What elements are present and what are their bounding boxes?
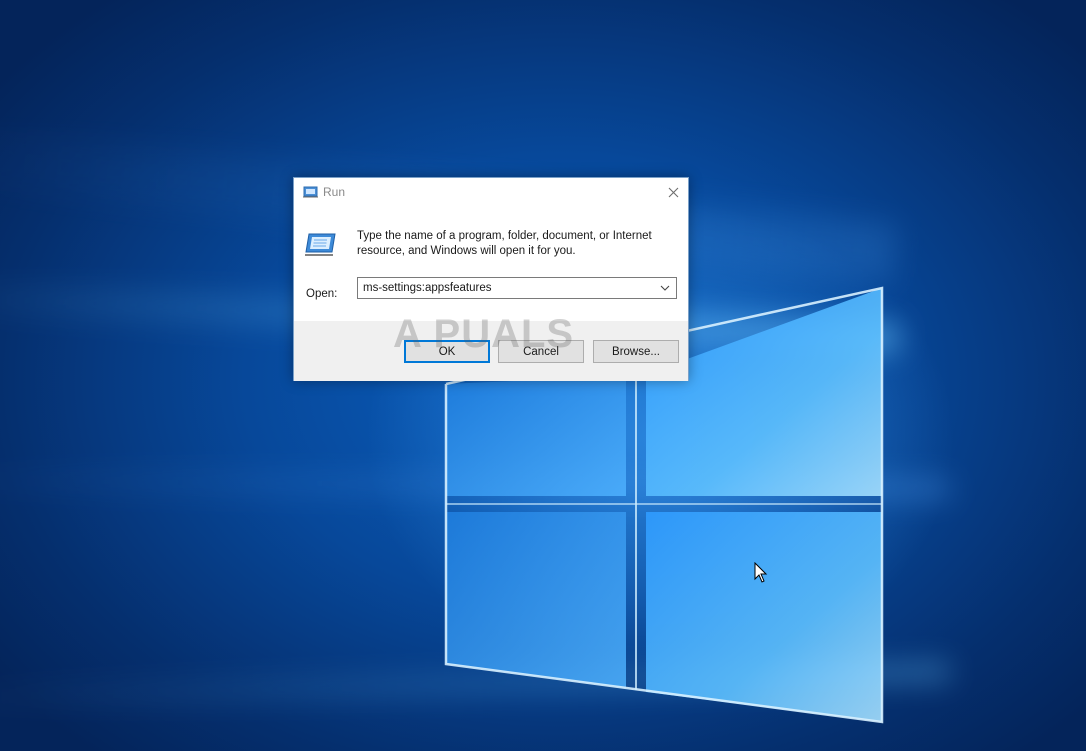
open-combobox[interactable]	[357, 277, 677, 299]
dialog-footer: OK Cancel Browse...	[294, 321, 688, 381]
open-label: Open:	[306, 288, 338, 300]
ok-button[interactable]: OK	[404, 340, 490, 363]
run-dialog: Run Type the name of a program, folder, …	[293, 177, 689, 381]
open-input[interactable]	[358, 278, 648, 298]
run-app-icon	[303, 186, 318, 198]
chevron-down-icon	[660, 285, 670, 291]
cancel-button[interactable]: Cancel	[498, 340, 584, 363]
title-bar[interactable]: Run	[294, 178, 688, 207]
dropdown-button[interactable]	[656, 279, 674, 297]
mouse-cursor-icon	[754, 562, 768, 583]
windows-pane-top-left	[446, 376, 626, 496]
run-icon	[305, 233, 336, 256]
close-button[interactable]	[658, 178, 688, 206]
dialog-title: Run	[323, 185, 346, 199]
windows-pane-bottom-right	[646, 512, 882, 722]
desktop: Run Type the name of a program, folder, …	[0, 0, 1086, 751]
dialog-description: Type the name of a program, folder, docu…	[357, 230, 652, 257]
browse-button[interactable]: Browse...	[593, 340, 679, 363]
close-icon	[668, 187, 678, 197]
windows-pane-bottom-left	[446, 512, 626, 688]
dialog-content: Type the name of a program, folder, docu…	[294, 207, 688, 321]
